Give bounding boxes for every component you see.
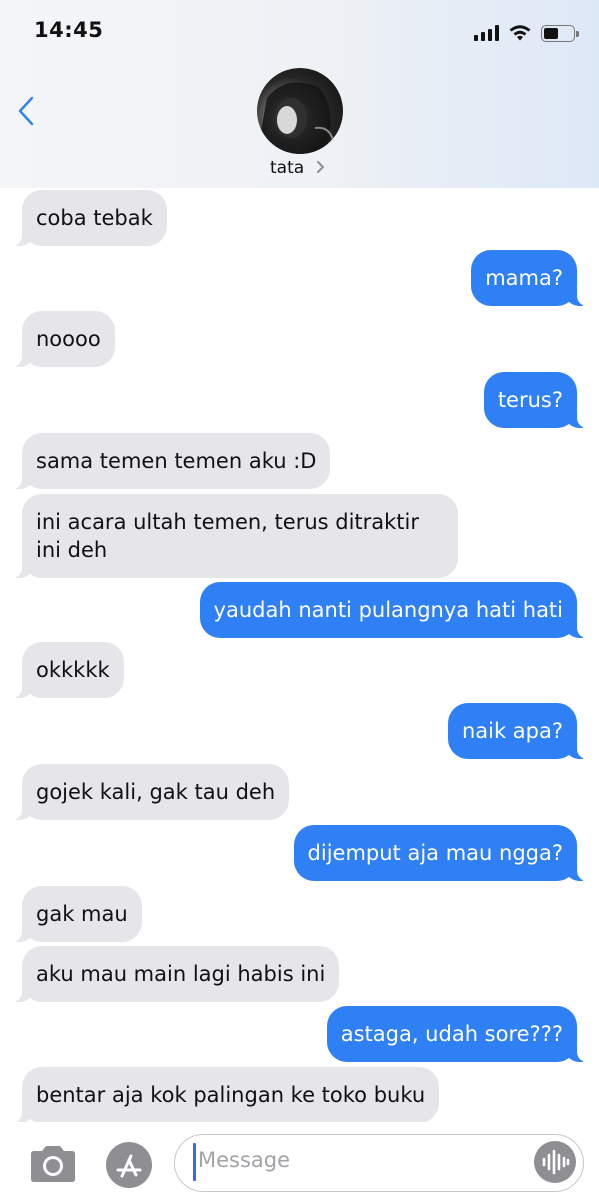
message-text: bentar aja kok palingan ke toko buku [36, 1083, 426, 1107]
message-text: mama? [485, 266, 563, 290]
contact-chevron-icon[interactable] [316, 160, 326, 174]
message-text: gojek kali, gak tau deh [36, 780, 276, 804]
message-bubble-incoming[interactable]: noooo [10, 311, 115, 367]
message-text: aku mau main lagi habis ini [36, 962, 326, 986]
message-bubble-outgoing[interactable]: astaga, udah sore??? [326, 1006, 590, 1062]
message-text: noooo [36, 327, 101, 351]
message-text: sama temen temen aku :D [36, 449, 317, 473]
camera-icon[interactable] [27, 1146, 79, 1182]
message-bubble-incoming[interactable]: gak mau [10, 886, 142, 942]
status-time: 14:45 [34, 18, 104, 42]
message-bubble-outgoing[interactable]: dijemput aja mau ngga? [293, 825, 590, 881]
message-text: dijemput aja mau ngga? [307, 841, 563, 865]
message-text: yaudah nanti pulangnya hati hati [213, 598, 563, 622]
message-bubble-incoming[interactable]: aku mau main lagi habis ini [9, 946, 340, 1002]
contact-name[interactable]: tata [270, 158, 304, 178]
message-text: okkkkk [36, 658, 110, 682]
status-icons [474, 22, 579, 44]
message-bubble-incoming[interactable]: coba tebak [10, 190, 167, 246]
message-text: naik apa? [461, 719, 563, 743]
message-bubble-outgoing[interactable]: terus? [483, 372, 590, 428]
app-store-icon[interactable] [106, 1142, 152, 1188]
wifi-icon [509, 25, 531, 41]
avatar-photo [257, 82, 343, 154]
cellular-signal-icon [474, 25, 499, 41]
text-cursor [193, 1143, 196, 1181]
message-bubble-incoming[interactable]: ini acara ultah temen, terus ditraktir i… [10, 494, 458, 578]
message-text: terus? [497, 388, 563, 412]
message-text: ini acara ultah temen, terus ditraktir i… [36, 510, 420, 562]
audio-waveform-icon[interactable] [534, 1141, 576, 1183]
message-bubble-outgoing[interactable]: yaudah nanti pulangnya hati hati [199, 582, 590, 638]
message-placeholder: Message [198, 1148, 291, 1172]
message-bubble-incoming[interactable]: bentar aja kok palingan ke toko buku [9, 1067, 440, 1123]
message-text: coba tebak [36, 206, 153, 230]
message-text: gak mau [36, 902, 128, 926]
back-chevron-icon[interactable] [16, 96, 38, 126]
message-bubble-incoming[interactable]: sama temen temen aku :D [9, 433, 331, 489]
battery-icon [541, 24, 579, 42]
message-bubble-outgoing[interactable]: mama? [471, 250, 589, 306]
message-bubble-outgoing[interactable]: naik apa? [447, 703, 590, 759]
message-text: astaga, udah sore??? [340, 1022, 563, 1046]
contact-avatar[interactable] [257, 68, 343, 154]
message-bubble-incoming[interactable]: gojek kali, gak tau deh [9, 764, 290, 820]
message-bubble-incoming[interactable]: okkkkk [10, 642, 124, 698]
